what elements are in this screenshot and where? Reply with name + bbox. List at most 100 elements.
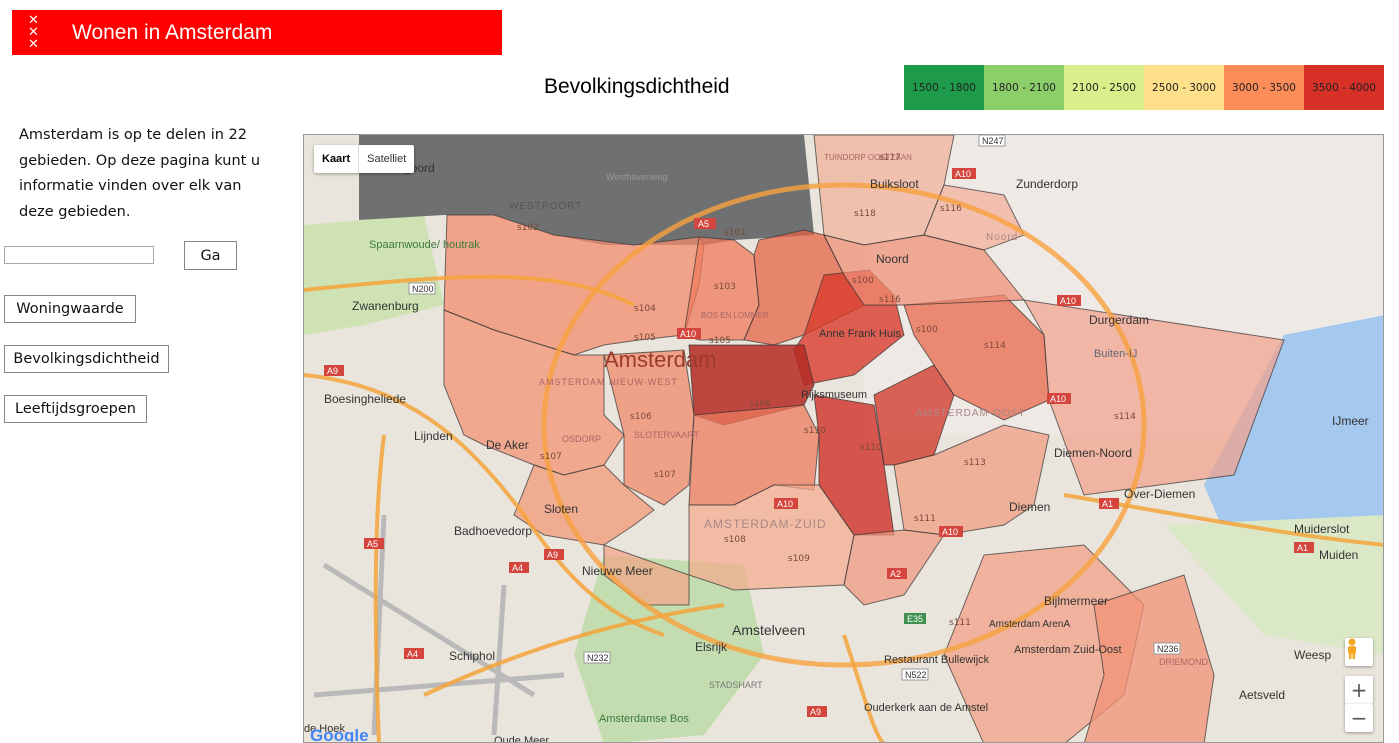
road-shield-e35: E35 xyxy=(907,614,923,624)
place-label: Schiphol xyxy=(449,649,495,663)
site-title[interactable]: Wonen in Amsterdam xyxy=(72,21,272,45)
place-label: Lijnden xyxy=(414,429,453,443)
road-shield-n232: N232 xyxy=(587,653,609,663)
district-label: s107 xyxy=(540,452,562,462)
place-label: Ouderkerk aan de Amstel xyxy=(864,702,988,714)
search-input[interactable] xyxy=(4,246,154,264)
road-shield-a4: A4 xyxy=(407,649,418,659)
place-label: Muiden xyxy=(1319,548,1358,562)
road-shield-a10: A10 xyxy=(942,527,958,537)
place-label: Zwanenburg xyxy=(352,299,419,313)
road-shield-n247: N247 xyxy=(982,136,1004,146)
place-label: Buiten-IJ xyxy=(1094,348,1137,360)
road-shield-a5: A5 xyxy=(367,539,378,549)
zoom-in-button[interactable]: + xyxy=(1345,676,1373,704)
road-shield-a1: A1 xyxy=(1297,543,1308,553)
place-label: IJmeer xyxy=(1332,414,1369,428)
road-shield-n236: N236 xyxy=(1157,644,1179,654)
poi-label: Amsterdam ArenA xyxy=(989,619,1070,630)
google-logo-text: Google xyxy=(310,726,369,743)
place-label: Zunderdorp xyxy=(1016,177,1078,191)
district-label: s108 xyxy=(724,535,746,545)
area-label: DRIEMOND xyxy=(1159,657,1208,667)
district-label: s116 xyxy=(940,204,962,214)
map-canvas[interactable]: A5 A10 A9 A5 A9 A4 A4 A9 A1 A1 A10 A10 A… xyxy=(304,135,1384,743)
road-shield-a10: A10 xyxy=(1050,394,1066,404)
zoom-out-button[interactable]: − xyxy=(1345,704,1373,732)
cross-mark: ✕ xyxy=(28,36,39,52)
place-label: Spaarnwoude/ houtrak xyxy=(369,239,480,251)
road-shield-a2: A2 xyxy=(890,569,901,579)
street-view-pegman-icon[interactable] xyxy=(1345,638,1373,666)
area-label: AMSTERDAM-OOST xyxy=(916,408,1026,419)
leeftijdsgroepen-button[interactable]: Leeftijdsgroepen xyxy=(4,395,147,423)
intro-text: Amsterdam is op te delen in 22 gebieden.… xyxy=(19,127,261,220)
place-label: Oude Meer xyxy=(494,735,549,743)
district-label: s110 xyxy=(860,443,882,453)
legend-item: 2500 - 3000 xyxy=(1144,65,1224,110)
legend-item: 3500 - 4000 xyxy=(1304,65,1384,110)
poi-label: Restaurant Bullewijck xyxy=(884,654,990,666)
district-label: s106 xyxy=(749,399,771,409)
district-label: s103 xyxy=(714,282,736,292)
street-label: Westhavenweg xyxy=(606,172,667,182)
place-label: Bijlmermeer xyxy=(1044,594,1108,608)
road-shield-a1: A1 xyxy=(1102,499,1113,509)
area-label: TUINDORP OOSTZAAN xyxy=(824,153,912,162)
go-button[interactable]: Ga xyxy=(184,241,237,270)
road-shield-n200: N200 xyxy=(412,284,434,294)
place-label: Diemen xyxy=(1009,500,1050,514)
place-label: Diemen-Noord xyxy=(1054,446,1132,460)
place-label: Buiksloot xyxy=(870,177,919,191)
map-type-control[interactable]: Kaart Satelliet xyxy=(314,145,415,173)
poi-label: Anne Frank Huis xyxy=(819,328,901,340)
area-label: OSDORP xyxy=(562,434,601,444)
area-label: AMSTERDAM-ZUID xyxy=(704,517,827,531)
site-header: ✕ ✕ ✕ Wonen in Amsterdam xyxy=(12,10,502,55)
poi-label: Rijksmuseum xyxy=(801,389,867,401)
area-label: WESTPOORT xyxy=(509,201,582,212)
place-label: Amsterdam Zuid-Oost xyxy=(1014,644,1122,656)
legend-item: 1500 - 1800 xyxy=(904,65,984,110)
road-shield-a10: A10 xyxy=(1060,296,1076,306)
road-shield-a9: A9 xyxy=(810,707,821,717)
area-label: STADSHART xyxy=(709,680,763,690)
place-label: Sloten xyxy=(544,502,578,516)
district-label: s114 xyxy=(984,341,1006,351)
place-label: Noord xyxy=(876,252,909,266)
road-shield-a9: A9 xyxy=(547,550,558,560)
place-label: Elsrijk xyxy=(695,640,728,654)
map-type-satellite[interactable]: Satelliet xyxy=(359,145,414,173)
district-label: s110 xyxy=(804,426,826,436)
road-shield-a4: A4 xyxy=(512,563,523,573)
place-label: Durgerdam xyxy=(1089,313,1149,327)
density-legend: 1500 - 1800 1800 - 2100 2100 - 2500 2500… xyxy=(904,65,1384,110)
legend-item: 1800 - 2100 xyxy=(984,65,1064,110)
road-shield-a9: A9 xyxy=(327,366,338,376)
place-label: Boesingheliede xyxy=(324,392,406,406)
road-shield-a10: A10 xyxy=(955,169,971,179)
district-label: s100 xyxy=(852,276,874,286)
district-label: s111 xyxy=(949,618,971,628)
district-label: s107 xyxy=(654,470,676,480)
map-type-kaart[interactable]: Kaart xyxy=(314,145,360,173)
place-label: Over-Diemen xyxy=(1124,487,1195,501)
district-label: s118 xyxy=(854,209,876,219)
place-label: Aetsveld xyxy=(1239,688,1285,702)
city-label: Amsterdam xyxy=(604,347,716,372)
place-label: Badhoevedorp xyxy=(454,524,532,538)
amsterdam-crosses-logo: ✕ ✕ ✕ xyxy=(12,10,72,55)
woningwaarde-button[interactable]: Woningwaarde xyxy=(4,295,136,323)
area-label: AMSTERDAM NIEUW-WEST xyxy=(539,377,678,387)
district-label: s109 xyxy=(788,554,810,564)
map-view[interactable]: A5 A10 A9 A5 A9 A4 A4 A9 A1 A1 A10 A10 A… xyxy=(303,134,1384,743)
district-label: s105 xyxy=(634,333,656,343)
place-label: Amsterdamse Bos xyxy=(599,713,689,725)
district-label: s100 xyxy=(916,325,938,335)
place-label: De Aker xyxy=(486,438,529,452)
bevolkingsdichtheid-button[interactable]: Bevolkingsdichtheid xyxy=(4,345,169,373)
area-label: Noord xyxy=(986,232,1018,243)
district-label: s111 xyxy=(914,514,936,524)
page-title: Bevolkingsdichtheid xyxy=(544,75,730,98)
district-label: s113 xyxy=(964,458,986,468)
